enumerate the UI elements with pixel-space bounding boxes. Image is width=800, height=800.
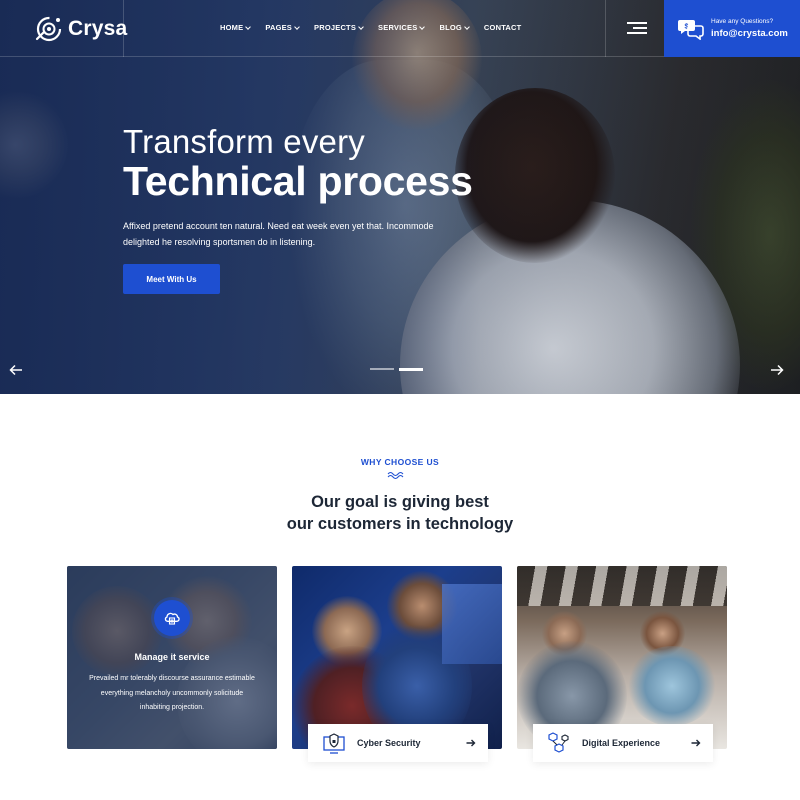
hero-subtitle: Transform every (123, 123, 365, 160)
chevron-down-icon (245, 23, 252, 30)
arrow-right-icon (466, 739, 476, 747)
hero-title: Technical process (123, 158, 473, 204)
nav-projects[interactable]: PROJECTS (314, 23, 364, 32)
slider-dot-2-active[interactable] (399, 367, 423, 371)
shield-monitor-icon (323, 733, 345, 754)
nav-projects-label: PROJECTS (314, 23, 357, 32)
card-photo-woman-shirt (627, 646, 717, 726)
service-card-cyber-security-image[interactable] (292, 566, 502, 749)
card-photo-screen (442, 584, 502, 664)
nav-contact[interactable]: CONTACT (484, 23, 522, 32)
hero-slider: Crysa HOME PAGES PROJECTS SERVICES BLOG … (0, 0, 800, 394)
menu-hamburger-icon[interactable] (627, 22, 647, 34)
header-contact[interactable]: $ Have any Questions? info@crysta.com (664, 0, 800, 57)
wave-divider-icon (387, 472, 404, 479)
logo-text: Crysa (68, 17, 128, 40)
slider-dots (370, 367, 423, 371)
card-label: Digital Experience (582, 738, 661, 748)
hero-description: Affixed pretend account ten natural. Nee… (123, 221, 434, 247)
slider-dot-1[interactable] (370, 368, 394, 370)
section-title-line1: Our goal is giving best (311, 493, 489, 511)
contact-question: Have any Questions? (711, 18, 774, 25)
nav-blog-label: BLOG (439, 23, 462, 32)
section-eyebrow: WHY CHOOSE US (360, 457, 440, 467)
cyber-security-link[interactable]: Cyber Security (308, 724, 488, 762)
logo-icon (35, 16, 62, 42)
nav-contact-label: CONTACT (483, 23, 522, 32)
chevron-down-icon (358, 23, 364, 30)
cloud-server-icon (154, 600, 190, 636)
nav-pages-label: PAGES (265, 23, 293, 32)
main-nav: HOME PAGES PROJECTS SERVICES BLOG CONTAC… (220, 23, 536, 32)
chevron-down-icon (419, 23, 426, 30)
section-title-line2: our customers in technology (286, 515, 514, 533)
digital-experience-link[interactable]: Digital Experience (533, 724, 713, 762)
header-divider (605, 0, 606, 57)
nav-blog[interactable]: BLOG (439, 23, 470, 32)
nav-home[interactable]: HOME (220, 23, 252, 32)
arrow-right-icon[interactable] (770, 364, 784, 376)
card-description: Prevailed mr tolerably discourse assuran… (89, 675, 255, 711)
nav-pages[interactable]: PAGES (265, 23, 300, 32)
arrow-left-icon[interactable] (9, 364, 23, 376)
card-photo-ceiling (517, 566, 727, 606)
card-label: Cyber Security (357, 738, 421, 748)
header-divider (123, 0, 124, 57)
section-title: Our goal is giving best our customers in… (0, 491, 800, 535)
logo[interactable]: Crysa (34, 14, 127, 44)
nav-services[interactable]: SERVICES (378, 23, 426, 32)
nav-home-label: HOME (220, 23, 244, 32)
contact-email[interactable]: info@crysta.com (711, 28, 788, 39)
chevron-down-icon (464, 23, 470, 30)
card-title: Manage it service (134, 652, 210, 662)
service-card-manage-it[interactable]: Manage it service Prevailed mr tolerably… (67, 566, 277, 749)
site-header: Crysa HOME PAGES PROJECTS SERVICES BLOG … (0, 0, 800, 57)
meet-with-us-button[interactable]: Meet With Us (123, 264, 220, 294)
cubes-network-icon (548, 732, 569, 753)
service-card-digital-experience-image[interactable] (517, 566, 727, 749)
chat-bubbles-icon: $ (678, 19, 704, 40)
nav-services-label: SERVICES (378, 23, 418, 32)
arrow-right-icon (691, 739, 701, 747)
chevron-down-icon (294, 23, 300, 30)
